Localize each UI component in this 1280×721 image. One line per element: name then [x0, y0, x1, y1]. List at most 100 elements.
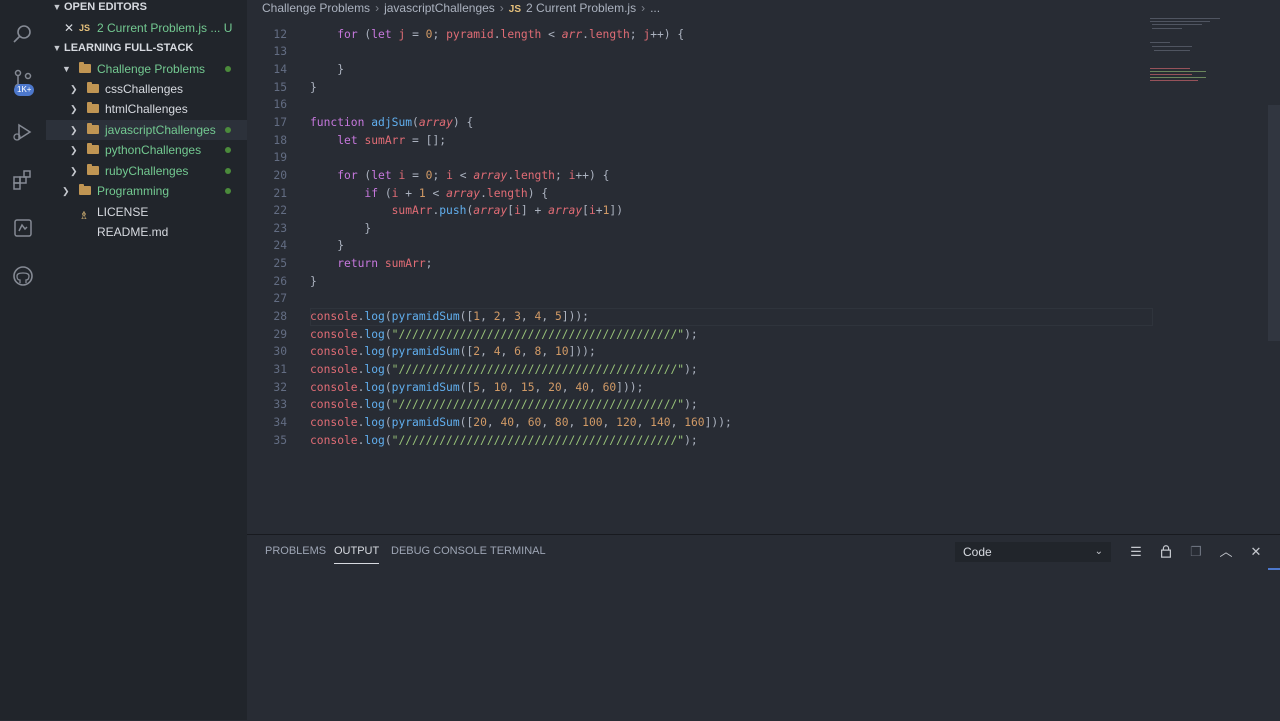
- git-status-dot: [225, 188, 231, 194]
- tree-label: Programming: [97, 184, 170, 198]
- search-icon[interactable]: [11, 22, 35, 46]
- breadcrumb-separator-icon: ›: [375, 1, 380, 15]
- code-text: }: [310, 239, 345, 252]
- breadcrumb-file[interactable]: 2 Current Problem.js: [526, 1, 636, 15]
- code-text: }: [310, 63, 345, 76]
- folder-icon: [87, 164, 99, 175]
- run-debug-icon[interactable]: [11, 120, 35, 144]
- output-channel-select[interactable]: Code ⌄: [955, 542, 1111, 562]
- tree-file-readme[interactable]: README.md: [46, 222, 247, 242]
- tree-folder-programming[interactable]: ❯ Programming: [46, 181, 247, 201]
- tree-folder-ruby[interactable]: ❯ rubyChallenges: [46, 161, 247, 181]
- breadcrumb-item[interactable]: Challenge Problems: [262, 1, 370, 15]
- line-number: 33: [273, 398, 287, 411]
- tab-problems[interactable]: PROBLEMS: [265, 535, 326, 569]
- code-text: for (let j = 0; pyramid.length < arr.len…: [337, 28, 685, 41]
- chevron-down-icon: ▼: [62, 64, 71, 74]
- open-editor-item[interactable]: ✕ JS 2 Current Problem.js ... U: [46, 18, 247, 38]
- lock-icon[interactable]: [1158, 544, 1174, 560]
- folder-icon: [87, 102, 99, 113]
- code-text: console.log(pyramidSum([2, 4, 6, 8, 10])…: [310, 345, 596, 358]
- line-number: 15: [273, 81, 287, 94]
- breadcrumb: Challenge Problems › javascriptChallenges ›…: [262, 0, 660, 16]
- tree-label: htmlChallenges: [105, 102, 188, 116]
- chevron-down-icon: ▼: [52, 2, 62, 12]
- chevron-right-icon: ❯: [62, 186, 70, 196]
- line-number: 34: [273, 416, 287, 429]
- folder-icon: [87, 123, 99, 134]
- activity-bar: 1K+: [0, 0, 46, 720]
- git-status-dot: [225, 168, 231, 174]
- tree-folder-javascript[interactable]: ❯ javascriptChallenges: [46, 120, 247, 140]
- tree-label: pythonChallenges: [105, 143, 202, 157]
- breadcrumb-separator-icon: ›: [499, 1, 504, 15]
- minimap[interactable]: [1148, 16, 1258, 86]
- folder-icon: [79, 62, 91, 73]
- explorer-sidebar: ▼ OPEN EDITORS ✕ JS 2 Current Problem.js …: [46, 0, 247, 720]
- tab-output[interactable]: OUTPUT: [334, 535, 380, 564]
- source-control-badge: 1K+: [14, 84, 35, 96]
- tree-folder-html[interactable]: ❯ htmlChallenges: [46, 99, 247, 119]
- remote-explorer-icon[interactable]: [11, 216, 35, 240]
- line-number: 21: [273, 187, 287, 200]
- tab-debug-console[interactable]: DEBUG CONSOLE: [391, 535, 487, 569]
- code-text: console.log("///////////////////////////…: [310, 434, 698, 447]
- clear-output-icon[interactable]: ☰: [1128, 544, 1144, 560]
- line-number: 19: [273, 151, 287, 164]
- line-number: 23: [273, 222, 287, 235]
- breadcrumb-item[interactable]: javascriptChallenges: [384, 1, 495, 15]
- open-editors-header[interactable]: ▼ OPEN EDITORS: [46, 0, 147, 17]
- tree-file-license[interactable]: ♗ LICENSE: [46, 202, 247, 222]
- line-number: 29: [273, 328, 287, 341]
- chevron-right-icon: ❯: [70, 84, 78, 94]
- extensions-icon[interactable]: [11, 168, 35, 192]
- line-number: 12: [273, 28, 287, 41]
- line-number: 32: [273, 381, 287, 394]
- breadcrumb-more[interactable]: ...: [650, 1, 660, 15]
- code-text: console.log(pyramidSum([1, 2, 3, 4, 5]))…: [310, 310, 589, 323]
- editor-scrollbar[interactable]: [1268, 105, 1280, 341]
- line-number: 20: [273, 169, 287, 182]
- tree-folder-challenge-problems[interactable]: ▼ Challenge Problems: [46, 59, 247, 79]
- tree-folder-css[interactable]: ❯ cssChallenges: [46, 79, 247, 99]
- git-status-dot: [225, 147, 231, 153]
- open-in-editor-icon[interactable]: ❐: [1188, 544, 1204, 560]
- tree-label: cssChallenges: [105, 82, 184, 96]
- close-icon[interactable]: ✕: [64, 18, 74, 38]
- bottom-panel: PROBLEMS OUTPUT DEBUG CONSOLE TERMINAL C…: [247, 534, 1280, 721]
- chevron-down-icon: ▼: [52, 43, 62, 53]
- tree-label: LICENSE: [97, 205, 149, 219]
- tab-terminal[interactable]: TERMINAL: [490, 535, 546, 569]
- folder-icon: [79, 184, 91, 195]
- github-icon[interactable]: [11, 264, 35, 288]
- code-text: for (let i = 0; i < array.length; i++) {: [337, 169, 610, 182]
- git-status-dot: [225, 66, 231, 72]
- line-number: 14: [273, 63, 287, 76]
- open-editor-name: 2 Current Problem.js ... U: [97, 21, 233, 35]
- maximize-panel-icon[interactable]: ︿: [1218, 544, 1234, 560]
- js-file-icon: JS: [79, 23, 91, 33]
- line-number: 16: [273, 98, 287, 111]
- line-number: 22: [273, 204, 287, 217]
- js-file-icon: JS: [508, 4, 522, 15]
- output-channel-value: Code: [963, 545, 992, 559]
- line-number: 26: [273, 275, 287, 288]
- folder-icon: [87, 143, 99, 154]
- code-text: }: [310, 81, 317, 94]
- code-text: let sumArr = [];: [337, 134, 447, 147]
- code-text: console.log("///////////////////////////…: [310, 398, 698, 411]
- workspace-header[interactable]: ▼ LEARNING FULL-STACK: [46, 38, 194, 58]
- line-number: 17: [273, 116, 287, 129]
- git-status-dot: [225, 127, 231, 133]
- tree-folder-python[interactable]: ❯ pythonChallenges: [46, 140, 247, 160]
- line-number: 30: [273, 345, 287, 358]
- code-text: }: [310, 275, 317, 288]
- chevron-right-icon: ❯: [70, 104, 78, 114]
- code-text: }: [310, 222, 372, 235]
- code-text: console.log(pyramidSum([5, 10, 15, 20, 4…: [310, 381, 644, 394]
- code-text: if (i + 1 < array.length) {: [364, 187, 549, 200]
- close-panel-icon[interactable]: ✕: [1248, 544, 1264, 560]
- code-editor[interactable]: Challenge Problems › javascriptChallenges ›…: [247, 0, 1280, 533]
- line-number: 28: [273, 310, 287, 323]
- line-number: 13: [273, 45, 287, 58]
